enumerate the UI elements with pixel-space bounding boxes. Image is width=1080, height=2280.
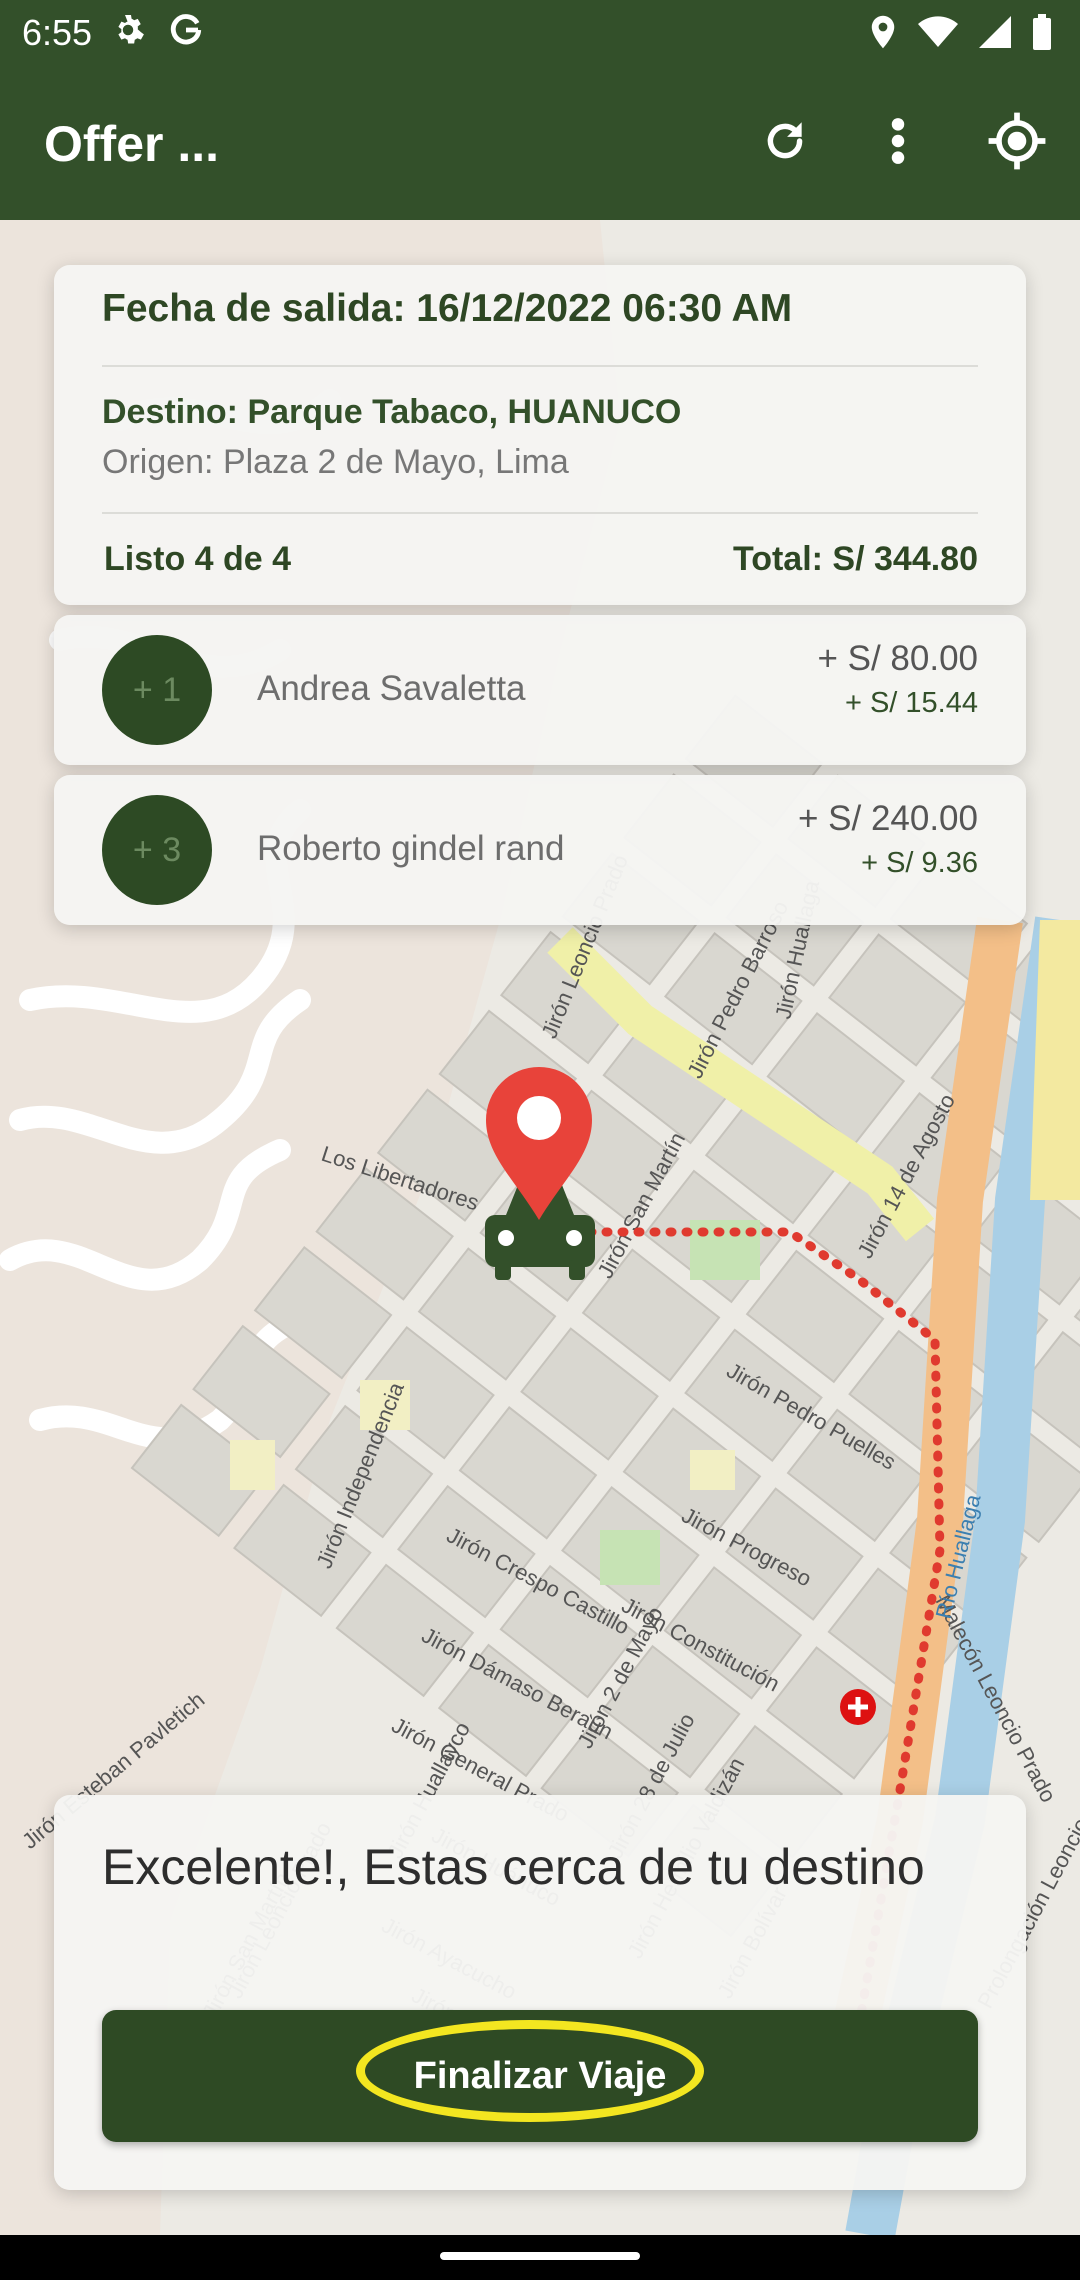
status-time: 6:55 bbox=[22, 12, 93, 53]
battery-icon bbox=[1033, 14, 1051, 50]
refresh-icon[interactable] bbox=[760, 116, 810, 166]
passenger-fee: + S/ 9.36 bbox=[861, 847, 978, 879]
status-bar: 6:55 bbox=[0, 0, 1080, 70]
divider bbox=[102, 365, 978, 367]
app-bar: Offer ... bbox=[0, 70, 1080, 220]
passenger-fare: + S/ 240.00 bbox=[797, 799, 978, 838]
seat-count-avatar: + 3 bbox=[102, 795, 212, 905]
wifi-icon bbox=[918, 16, 958, 47]
finish-trip-label: Finalizar Viaje bbox=[413, 2054, 667, 2097]
my-location-icon[interactable] bbox=[986, 110, 1048, 172]
passenger-row[interactable]: + 1 Andrea Savaletta + S/ 80.00 + S/ 15.… bbox=[54, 615, 1026, 765]
passenger-name: Andrea Savaletta bbox=[257, 669, 526, 708]
park bbox=[600, 1530, 660, 1585]
departure-date: Fecha de salida: 16/12/2022 06:30 AM bbox=[102, 287, 793, 330]
signal-icon bbox=[979, 16, 1011, 48]
passenger-fee: + S/ 15.44 bbox=[844, 687, 978, 719]
destination-text: Destino: Parque Tabaco, HUANUCO bbox=[102, 393, 682, 431]
passenger-row[interactable]: + 3 Roberto gindel rand + S/ 240.00 + S/… bbox=[54, 775, 1026, 925]
hospital-icon bbox=[840, 1689, 876, 1725]
seat-count-avatar: + 1 bbox=[102, 635, 212, 745]
trip-info-card: Fecha de salida: 16/12/2022 06:30 AM Des… bbox=[54, 265, 1026, 605]
origin-text: Origen: Plaza 2 de Mayo, Lima bbox=[102, 443, 569, 481]
page-title: Offer ... bbox=[44, 116, 220, 172]
passenger-name: Roberto gindel rand bbox=[257, 829, 565, 868]
google-icon bbox=[170, 14, 202, 45]
ready-count: Listo 4 de 4 bbox=[104, 540, 292, 578]
total-amount: Total: S/ 344.80 bbox=[732, 540, 978, 578]
location-icon bbox=[871, 15, 895, 49]
home-gesture-handle[interactable] bbox=[440, 2252, 640, 2260]
finish-trip-button[interactable]: Finalizar Viaje bbox=[102, 2010, 978, 2142]
settings-icon bbox=[118, 15, 144, 44]
arrival-message: Excelente!, Estas cerca de tu destino bbox=[102, 1839, 925, 1895]
navigation-bar bbox=[0, 2235, 1080, 2280]
passenger-fare: + S/ 80.00 bbox=[817, 639, 978, 678]
divider bbox=[102, 512, 978, 514]
arrival-card: Excelente!, Estas cerca de tu destino Fi… bbox=[54, 1795, 1026, 2190]
more-vert-icon[interactable] bbox=[888, 116, 908, 166]
